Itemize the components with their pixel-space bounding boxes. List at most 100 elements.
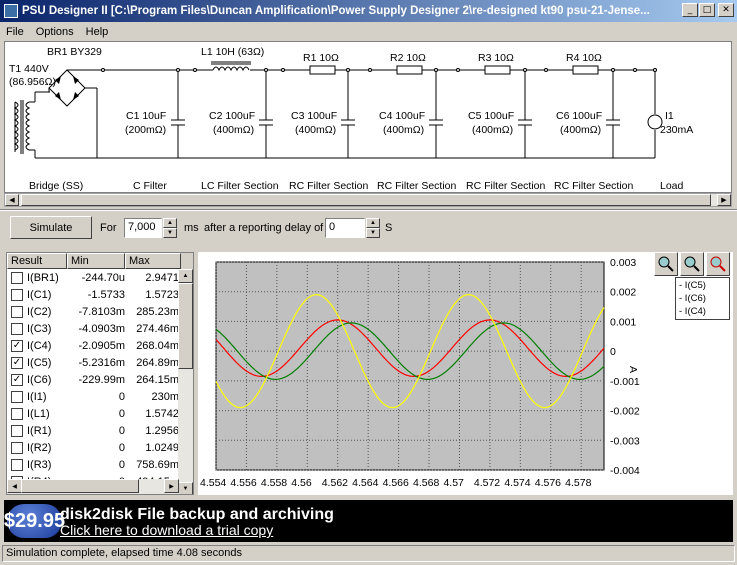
row-checkbox[interactable]: [11, 305, 23, 318]
scroll-left-arrow[interactable]: ◀: [7, 479, 22, 493]
table-row[interactable]: I(BR1) -244.70u 2.9471: [7, 269, 193, 286]
row-max: 285.23m: [136, 305, 179, 318]
scroll-right-arrow[interactable]: ▶: [164, 479, 179, 493]
x-tick-label: 4.578: [565, 477, 591, 489]
row-min: 0: [118, 458, 125, 471]
duration-spinner[interactable]: ▲ ▼: [163, 218, 177, 238]
x-tick-label: 4.57: [443, 477, 464, 489]
x-tick-label: 4.554: [200, 477, 226, 489]
row-checkbox[interactable]: [11, 441, 23, 454]
scroll-thumb[interactable]: [21, 479, 139, 493]
schematic-panel[interactable]: T1 440V (86.956Ω) BR1 BY329 L1 10H (63Ω)…: [4, 41, 732, 193]
menu-file[interactable]: File: [0, 26, 30, 38]
col-max[interactable]: Max: [125, 253, 181, 269]
row-checkbox[interactable]: [11, 271, 23, 284]
row-name: I(R2): [27, 441, 52, 454]
table-row[interactable]: ✓ I(C6) -229.99m 264.15m: [7, 371, 193, 388]
ad-banner[interactable]: $29.95 disk2disk File backup and archivi…: [4, 500, 733, 542]
zoom-in-icon[interactable]: [654, 252, 678, 276]
c2-label: C2 100uF: [209, 110, 255, 122]
table-row[interactable]: ✓ I(C5) -5.2316m 264.89m: [7, 354, 193, 371]
row-min: -5.2316m: [78, 356, 125, 369]
minimize-button[interactable]: _: [682, 3, 698, 17]
x-tick-label: 4.562: [322, 477, 348, 489]
row-checkbox[interactable]: ✓: [11, 339, 23, 352]
close-button[interactable]: ✕: [718, 3, 734, 17]
row-max: 758.69m: [136, 458, 179, 471]
table-row[interactable]: I(L1) 0 1.5742: [7, 405, 193, 422]
section-load: Load: [660, 180, 684, 192]
row-min: -2.0905m: [78, 339, 125, 352]
x-tick-label: 4.572: [474, 477, 500, 489]
x-tick-label: 4.574: [504, 477, 530, 489]
menu-options[interactable]: Options: [30, 26, 80, 38]
zoom-reset-icon[interactable]: [706, 252, 730, 276]
r1-label: R1 10Ω: [303, 52, 339, 64]
row-name: I(C6): [27, 373, 52, 386]
c2-esr: (400mΩ): [213, 124, 254, 136]
results-table[interactable]: Result Min Max I(BR1) -244.70u 2.9471 I(C1)…: [6, 252, 194, 495]
col-min[interactable]: Min: [67, 253, 125, 269]
duration-input[interactable]: 7,000: [124, 218, 162, 238]
row-max: 1.2956: [145, 424, 179, 437]
delay-spinner[interactable]: ▲ ▼: [366, 218, 380, 238]
results-hscroll[interactable]: ◀ ▶: [7, 479, 179, 494]
row-min: -244.70u: [81, 271, 125, 284]
row-min: 0: [118, 424, 125, 437]
row-checkbox[interactable]: ✓: [11, 373, 23, 386]
row-checkbox[interactable]: [11, 407, 23, 420]
schematic-scrollbar[interactable]: ◀ ▶: [4, 193, 732, 207]
scroll-down-arrow[interactable]: ▼: [178, 482, 193, 494]
s-label: S: [385, 222, 393, 234]
x-tick-label: 4.564: [352, 477, 378, 489]
delay-input[interactable]: 0: [325, 218, 365, 238]
y-tick-label: 0.003: [610, 257, 636, 269]
section-rc-filter-3: RC Filter Section: [466, 180, 546, 192]
results-vscroll[interactable]: ▲ ▼: [178, 269, 193, 494]
row-checkbox[interactable]: ✓: [11, 356, 23, 369]
legend-item: - I(C6): [679, 293, 706, 304]
delay-label: after a reporting delay of: [204, 222, 324, 234]
row-min: -1.5733: [87, 288, 125, 301]
row-min: -229.99m: [78, 373, 125, 386]
row-max: 264.89m: [136, 356, 179, 369]
scroll-left-arrow[interactable]: ◀: [5, 194, 19, 206]
row-checkbox[interactable]: [11, 288, 23, 301]
row-checkbox[interactable]: [11, 458, 23, 471]
c1-label: C1 10uF: [126, 110, 166, 122]
table-row[interactable]: I(R3) 0 758.69m: [7, 456, 193, 473]
table-row[interactable]: ✓ I(C4) -2.0905m 268.04m: [7, 337, 193, 354]
simulate-button[interactable]: Simulate: [10, 216, 92, 239]
scroll-thumb[interactable]: [178, 283, 193, 369]
schematic-diagram: T1 440V (86.956Ω) BR1 BY329 L1 10H (63Ω)…: [9, 46, 693, 192]
row-max: 274.46m: [136, 322, 179, 335]
table-row[interactable]: I(C2) -7.8103m 285.23m: [7, 303, 193, 320]
scroll-right-arrow[interactable]: ▶: [717, 194, 731, 206]
zoom-out-icon[interactable]: [680, 252, 704, 276]
section-rc-filter-1: RC Filter Section: [289, 180, 369, 192]
transformer-value: (86.956Ω): [9, 76, 56, 88]
col-result[interactable]: Result: [7, 253, 67, 269]
row-checkbox[interactable]: [11, 424, 23, 437]
scroll-thumb[interactable]: [21, 194, 711, 206]
table-row[interactable]: I(I1) 0 230m: [7, 388, 193, 405]
table-row[interactable]: I(R1) 0 1.2956: [7, 422, 193, 439]
load-name: I1: [665, 110, 674, 122]
menu-help[interactable]: Help: [80, 26, 115, 38]
row-max: 1.5723: [145, 288, 179, 301]
y-tick-label: -0.002: [610, 406, 640, 418]
plot-panel[interactable]: 0.003 0.002 0.001 0 -0.001 -0.002 -0.003 -0.004…: [198, 252, 733, 495]
table-row[interactable]: I(C3) -4.0903m 274.46m: [7, 320, 193, 337]
row-name: I(R1): [27, 424, 52, 437]
c3-esr: (400mΩ): [295, 124, 336, 136]
row-checkbox[interactable]: [11, 390, 23, 403]
table-row[interactable]: I(C1) -1.5733 1.5723: [7, 286, 193, 303]
section-rc-filter-2: RC Filter Section: [377, 180, 457, 192]
c4-esr: (400mΩ): [383, 124, 424, 136]
row-checkbox[interactable]: [11, 322, 23, 335]
c3-label: C3 100uF: [291, 110, 337, 122]
table-row[interactable]: I(R2) 0 1.0249: [7, 439, 193, 456]
maximize-button[interactable]: □: [699, 3, 715, 17]
scroll-up-arrow[interactable]: ▲: [178, 269, 193, 283]
ad-download-link[interactable]: Click here to download a trial copy: [60, 522, 273, 538]
